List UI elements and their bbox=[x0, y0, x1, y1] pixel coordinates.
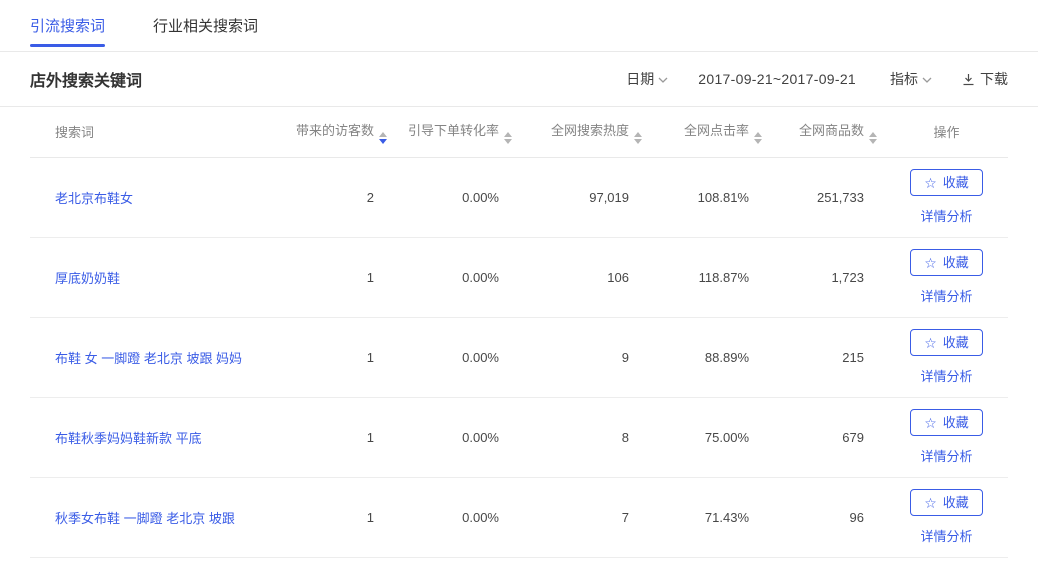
visitors-cell: 1 bbox=[280, 237, 395, 317]
keywords-table: 搜索词 带来的访客数 引导下单转化率 全网搜索热度 全网点击率 全网商品数 操作… bbox=[30, 107, 1008, 558]
products-cell: 679 bbox=[770, 397, 885, 477]
keyword-link[interactable]: 布鞋秋季妈妈鞋新款 平底 bbox=[55, 431, 202, 446]
favorite-label: 收藏 bbox=[943, 494, 969, 511]
visitors-cell: 2 bbox=[280, 157, 395, 237]
conversion-cell: 0.00% bbox=[395, 237, 520, 317]
conversion-cell: 0.00% bbox=[395, 317, 520, 397]
products-cell: 215 bbox=[770, 317, 885, 397]
favorite-label: 收藏 bbox=[943, 414, 969, 431]
table-row: 布鞋秋季妈妈鞋新款 平底 1 0.00% 8 75.00% 679 ☆ 收藏 详… bbox=[30, 397, 1008, 477]
detail-analysis-link[interactable]: 详情分析 bbox=[920, 446, 972, 465]
actions-cell: ☆ 收藏 详情分析 bbox=[886, 249, 1007, 305]
ctr-cell: 71.43% bbox=[650, 477, 770, 557]
date-range[interactable]: 2017-09-21~2017-09-21 bbox=[698, 71, 856, 87]
keyword-link[interactable]: 布鞋 女 一脚蹬 老北京 坡跟 妈妈 bbox=[55, 351, 242, 366]
actions-cell: ☆ 收藏 详情分析 bbox=[886, 169, 1007, 225]
actions-cell: ☆ 收藏 详情分析 bbox=[886, 409, 1007, 465]
favorite-button[interactable]: ☆ 收藏 bbox=[910, 409, 983, 436]
visitors-cell: 1 bbox=[280, 317, 395, 397]
favorite-button[interactable]: ☆ 收藏 bbox=[910, 489, 983, 516]
search-heat-cell: 9 bbox=[520, 317, 650, 397]
date-dropdown-label: 日期 bbox=[626, 69, 654, 89]
ctr-cell: 75.00% bbox=[650, 397, 770, 477]
sort-icon[interactable] bbox=[379, 132, 387, 144]
star-icon: ☆ bbox=[924, 416, 937, 430]
favorite-button[interactable]: ☆ 收藏 bbox=[910, 249, 983, 276]
tab-industry-keywords[interactable]: 行业相关搜索词 bbox=[153, 0, 258, 51]
date-dropdown[interactable]: 日期 bbox=[626, 69, 668, 89]
actions-cell: ☆ 收藏 详情分析 bbox=[886, 329, 1007, 385]
sort-icon[interactable] bbox=[634, 132, 642, 144]
table-row: 老北京布鞋女 2 0.00% 97,019 108.81% 251,733 ☆ … bbox=[30, 157, 1008, 237]
actions-cell: ☆ 收藏 详情分析 bbox=[886, 489, 1007, 545]
column-header-search-heat[interactable]: 全网搜索热度 bbox=[520, 107, 650, 157]
table-row: 布鞋 女 一脚蹬 老北京 坡跟 妈妈 1 0.00% 9 88.89% 215 … bbox=[30, 317, 1008, 397]
detail-analysis-link[interactable]: 详情分析 bbox=[920, 286, 972, 305]
search-heat-cell: 106 bbox=[520, 237, 650, 317]
chevron-down-icon bbox=[922, 77, 932, 83]
column-header-keyword: 搜索词 bbox=[30, 107, 280, 157]
page-title: 店外搜索关键词 bbox=[30, 67, 142, 91]
visitors-cell: 1 bbox=[280, 477, 395, 557]
detail-analysis-link[interactable]: 详情分析 bbox=[920, 206, 972, 225]
ctr-cell: 118.87% bbox=[650, 237, 770, 317]
metrics-dropdown[interactable]: 指标 bbox=[890, 69, 932, 89]
column-header-ctr[interactable]: 全网点击率 bbox=[650, 107, 770, 157]
keyword-link[interactable]: 老北京布鞋女 bbox=[55, 191, 133, 206]
products-cell: 1,723 bbox=[770, 237, 885, 317]
tab-bar: 引流搜索词 行业相关搜索词 bbox=[0, 0, 1038, 52]
ctr-cell: 108.81% bbox=[650, 157, 770, 237]
conversion-cell: 0.00% bbox=[395, 397, 520, 477]
metrics-dropdown-label: 指标 bbox=[890, 69, 918, 89]
column-header-visitors[interactable]: 带来的访客数 bbox=[280, 107, 395, 157]
search-heat-cell: 8 bbox=[520, 397, 650, 477]
conversion-cell: 0.00% bbox=[395, 477, 520, 557]
sort-icon[interactable] bbox=[504, 132, 512, 144]
header-controls: 日期 2017-09-21~2017-09-21 指标 下载 bbox=[626, 69, 1008, 89]
star-icon: ☆ bbox=[924, 176, 937, 190]
keyword-link[interactable]: 厚底奶奶鞋 bbox=[55, 271, 120, 286]
section-header: 店外搜索关键词 日期 2017-09-21~2017-09-21 指标 下载 bbox=[0, 52, 1038, 107]
conversion-cell: 0.00% bbox=[395, 157, 520, 237]
favorite-label: 收藏 bbox=[943, 254, 969, 271]
column-header-actions: 操作 bbox=[885, 107, 1008, 157]
table-body: 老北京布鞋女 2 0.00% 97,019 108.81% 251,733 ☆ … bbox=[30, 157, 1008, 557]
sort-icon[interactable] bbox=[869, 132, 877, 144]
sort-icon[interactable] bbox=[754, 132, 762, 144]
chevron-down-icon bbox=[658, 77, 668, 83]
download-button[interactable]: 下载 bbox=[962, 69, 1008, 89]
keyword-link[interactable]: 秋季女布鞋 一脚蹬 老北京 坡跟 bbox=[55, 511, 235, 526]
download-icon bbox=[962, 73, 975, 86]
table-row: 厚底奶奶鞋 1 0.00% 106 118.87% 1,723 ☆ 收藏 详情分… bbox=[30, 237, 1008, 317]
column-header-conversion[interactable]: 引导下单转化率 bbox=[395, 107, 520, 157]
star-icon: ☆ bbox=[924, 256, 937, 270]
ctr-cell: 88.89% bbox=[650, 317, 770, 397]
products-cell: 96 bbox=[770, 477, 885, 557]
products-cell: 251,733 bbox=[770, 157, 885, 237]
favorite-button[interactable]: ☆ 收藏 bbox=[910, 169, 983, 196]
favorite-label: 收藏 bbox=[943, 174, 969, 191]
favorite-button[interactable]: ☆ 收藏 bbox=[910, 329, 983, 356]
visitors-cell: 1 bbox=[280, 397, 395, 477]
favorite-label: 收藏 bbox=[943, 334, 969, 351]
table-row: 秋季女布鞋 一脚蹬 老北京 坡跟 1 0.00% 7 71.43% 96 ☆ 收… bbox=[30, 477, 1008, 557]
search-heat-cell: 7 bbox=[520, 477, 650, 557]
table-header-row: 搜索词 带来的访客数 引导下单转化率 全网搜索热度 全网点击率 全网商品数 操作 bbox=[30, 107, 1008, 157]
star-icon: ☆ bbox=[924, 336, 937, 350]
detail-analysis-link[interactable]: 详情分析 bbox=[920, 526, 972, 545]
star-icon: ☆ bbox=[924, 496, 937, 510]
download-label: 下载 bbox=[980, 69, 1008, 89]
tab-traffic-keywords[interactable]: 引流搜索词 bbox=[30, 0, 105, 51]
column-header-products[interactable]: 全网商品数 bbox=[770, 107, 885, 157]
detail-analysis-link[interactable]: 详情分析 bbox=[920, 366, 972, 385]
search-heat-cell: 97,019 bbox=[520, 157, 650, 237]
